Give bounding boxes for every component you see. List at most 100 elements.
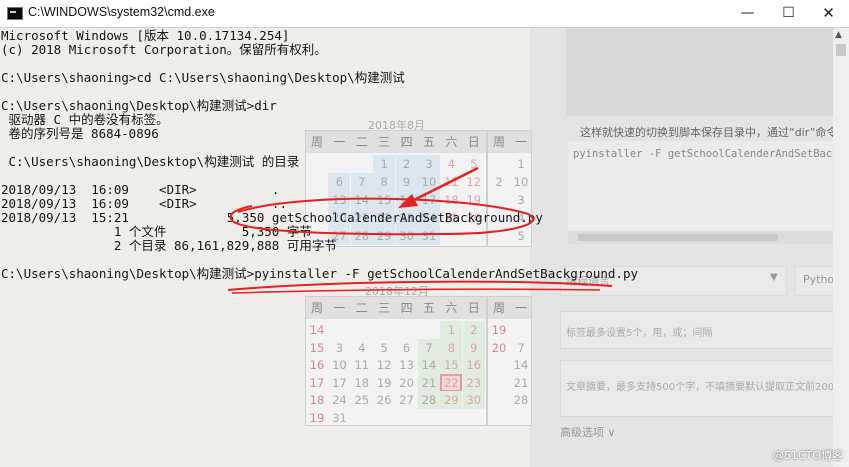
calendar-day: 31	[418, 227, 440, 245]
calendar-day	[328, 155, 350, 173]
calendar-day: 19	[466, 193, 482, 207]
calendar-day: 17	[418, 191, 440, 209]
calendar-sep-partial: 周一 1 2 10 3 4 5	[487, 130, 532, 247]
calendar-weekday-header: 五	[422, 301, 435, 315]
calendar-day: 18	[444, 193, 459, 207]
calendar-day: 15	[373, 191, 396, 209]
calendar-day	[396, 321, 418, 339]
background-summary-placeholder: 文章摘要，最多支持500个字，不填摘要默认提取正文前200个字	[566, 382, 849, 393]
calendar-day: 1	[373, 155, 396, 173]
calendar-weekday-header: 三	[378, 135, 391, 149]
console-line: 卷的序列号是 8684-0896	[1, 126, 159, 141]
console-line: C:\Users\shaoning\Desktop\构建测试>pyinstall…	[1, 266, 638, 281]
calendar-day: 5	[470, 157, 478, 171]
calendar-day	[373, 409, 395, 427]
calendar-day	[351, 409, 373, 427]
title-bar[interactable]: C:\WINDOWS\system32\cmd.exe — ☐ ✕	[0, 0, 849, 28]
calendar-day: 10	[418, 173, 440, 191]
calendar-day: 18	[354, 375, 370, 390]
calendar-weekday-header: 三	[378, 301, 391, 315]
calendar-weekday-header: 二	[355, 135, 368, 149]
calendar-week-number	[306, 191, 328, 209]
calendar-day: 23	[462, 373, 485, 392]
calendar-day	[351, 321, 373, 339]
calendar-day: 3	[335, 340, 344, 355]
calendar-day: 5	[380, 340, 388, 355]
calendar-day	[440, 409, 462, 427]
calendar-day: 7	[418, 338, 440, 357]
calendar-day: 1	[440, 321, 463, 339]
calendar-weekday-header: 一	[514, 135, 527, 149]
scroll-thumb[interactable]	[836, 44, 846, 56]
calendar-day	[351, 155, 373, 173]
calendar-weekday-header: 二	[355, 301, 368, 315]
calendar-day: 30	[395, 227, 418, 245]
calendar-day: 16	[395, 191, 418, 209]
maximize-button[interactable]: ☐	[768, 0, 809, 27]
close-button[interactable]: ✕	[808, 0, 849, 27]
calendar-header: 周一二三四五六日	[306, 131, 486, 153]
scroll-up-arrow-icon[interactable]: ▲	[835, 30, 842, 40]
calendar-weekday-header: 周	[310, 135, 323, 149]
background-advanced-options: 高级选项 ∨	[560, 426, 616, 439]
calendar-day: 15	[440, 356, 463, 374]
calendar-week-number: 16	[309, 358, 325, 372]
window-title: C:\WINDOWS\system32\cmd.exe	[28, 5, 215, 19]
calendar-weekday-header: 四	[400, 135, 413, 149]
console-line: (c) 2018 Microsoft Corporation。保留所有权利。	[1, 42, 327, 57]
calendar-day: 27	[399, 393, 414, 407]
calendar-day: 28	[418, 391, 440, 409]
background-code-text: pyinstaller -F getSchoolCalenderAndSetBa…	[573, 148, 849, 160]
calendar-day: 6	[328, 173, 351, 191]
calendar-day: 31	[332, 410, 347, 425]
calendar-weekday-header: 六	[445, 135, 458, 149]
calendar-week-number: 19	[491, 323, 507, 337]
console-scrollbar[interactable]	[833, 28, 849, 467]
background-description: 这样就快速的切换到脚本保存目录中，通过“dir”命令	[580, 126, 838, 139]
calendar-week-number: 18	[309, 393, 325, 407]
calendar-day: 3	[517, 193, 525, 207]
watermark: @51CTO博客	[773, 449, 844, 462]
calendar-day	[510, 321, 532, 339]
calendar-day: 12	[466, 175, 482, 189]
chevron-down-icon: ▼	[770, 272, 778, 283]
calendar-day: 7	[517, 340, 525, 355]
console-line: 2 个目录 86,161,829,888 可用字节	[1, 238, 337, 253]
calendar-day: 13	[399, 358, 414, 372]
calendar-day	[328, 321, 350, 339]
calendar-day: 3	[418, 155, 440, 173]
calendar-day: 13	[328, 191, 351, 209]
minimize-button[interactable]: —	[727, 0, 768, 27]
calendar-day: 8	[373, 173, 396, 191]
console-line: C:\Users\shaoning\Desktop\构建测试>dir	[1, 98, 277, 113]
calendar-week-number: 14	[309, 323, 325, 337]
calendar-header: 周一二三四五六日	[306, 297, 486, 319]
background-image	[566, 28, 849, 116]
calendar-day: 10	[332, 358, 347, 372]
calendar-day: 2	[495, 175, 503, 189]
calendar-day: 19	[376, 375, 392, 390]
calendar-day: 9	[462, 338, 485, 357]
calendar-dec: 周一二三四五六日 14 1 2 15 3 4 5 6 7 8 9 16 10 11 12 13 14 15 16 17 1…	[305, 296, 487, 426]
calendar-day: 28	[513, 393, 529, 407]
calendar-day: 9	[395, 173, 418, 191]
calendar-weekday-header: 一	[514, 301, 527, 315]
calendar-day	[463, 409, 485, 427]
console-line: 2018/09/13 16:09 <DIR> .	[1, 182, 280, 197]
calendar-day	[418, 321, 440, 339]
calendar-week-number: 19	[309, 410, 325, 425]
calendar-day: 11	[444, 175, 459, 189]
console-line: Microsoft Windows [版本 10.0.17134.254]	[1, 28, 290, 43]
cmd-window: 这样就快速的切换到脚本保存目录中，通过“dir”命令 pyinstaller -…	[0, 0, 849, 467]
calendar-weekday-header: 周	[492, 301, 505, 315]
calendar-day: 1	[517, 157, 525, 171]
calendar-week-number	[306, 155, 328, 173]
calendar-day: 14	[418, 356, 440, 374]
calendar-weekday-header: 五	[422, 135, 435, 149]
calendar-day: 2	[395, 155, 418, 173]
calendar-week-number: 15	[309, 340, 325, 355]
console-icon	[7, 7, 23, 20]
calendar-day: 8	[440, 338, 463, 357]
calendar-day: 25	[354, 393, 370, 407]
calendar-day	[373, 321, 395, 339]
